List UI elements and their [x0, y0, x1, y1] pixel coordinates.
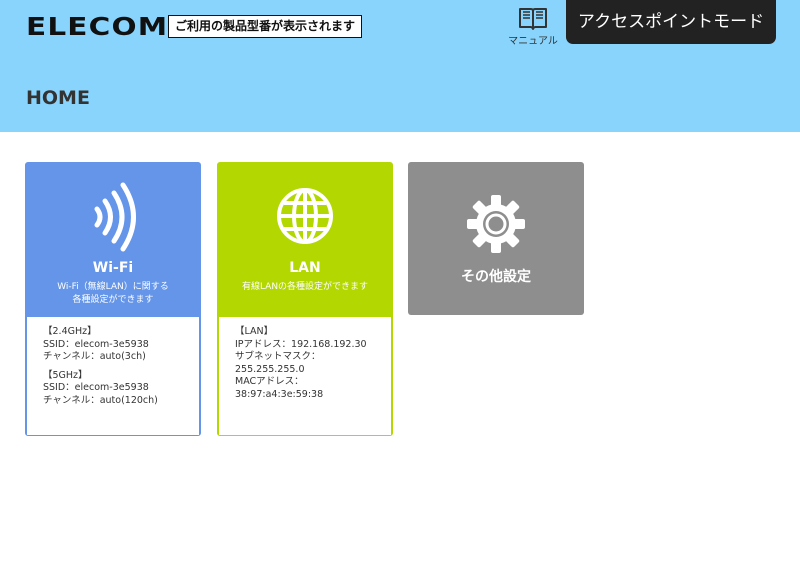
wifi-desc-line1: Wi-Fi（無線LAN）に関する [57, 282, 169, 292]
wifi-card-header[interactable]: Wi-Fi Wi-Fi（無線LAN）に関する 各種設定ができます [27, 164, 199, 317]
band24-heading: 【2.4GHz】 [43, 326, 97, 337]
other-card-title: その他設定 [461, 269, 531, 285]
lan-subnet-label: サブネットマスク： [235, 351, 321, 362]
lan-mac-value: 38:97:a4:3e:59:38 [235, 388, 324, 400]
wifi-card-title: Wi-Fi [92, 260, 134, 276]
gear-icon [467, 195, 525, 253]
lan-card-title: LAN [289, 260, 321, 276]
wifi-card-description: Wi-Fi（無線LAN）に関する 各種設定ができます [27, 281, 199, 307]
other-card-header[interactable]: その他設定 [408, 162, 584, 315]
lan-card-header[interactable]: LAN 有線LANの各種設定ができます [219, 164, 391, 317]
model-notice: ご利用の製品型番が表示されます [168, 15, 363, 38]
lan-heading: 【LAN】 [235, 326, 274, 337]
other-settings-card[interactable]: その他設定 [408, 162, 584, 315]
elecom-logo: ELECOM [26, 12, 169, 41]
band24-ssid: SSID：elecom-3e5938 [43, 338, 149, 350]
page-title: HOME [26, 87, 90, 109]
band5-ssid: SSID：elecom-3e5938 [43, 382, 149, 393]
lan-card-description: 有線LANの各種設定ができます [219, 281, 391, 294]
wifi-card[interactable]: Wi-Fi Wi-Fi（無線LAN）に関する 各種設定ができます 【2.4GHz… [25, 162, 201, 436]
manual-link[interactable]: マニュアル [506, 6, 560, 47]
wifi-card-info: 【2.4GHz】 SSID：elecom-3e5938 チャンネル：auto(3… [27, 317, 199, 435]
band24-channel: チャンネル：auto(3ch) [43, 351, 146, 362]
band5-channel: チャンネル：auto(120ch) [43, 394, 158, 406]
wifi-desc-line2: 各種設定ができます [72, 295, 154, 305]
access-point-mode-button[interactable]: アクセスポイントモード [566, 0, 776, 44]
lan-mac-label: MACアドレス： [235, 376, 304, 387]
lan-card[interactable]: LAN 有線LANの各種設定ができます 【LAN】 IPアドレス：192.168… [217, 162, 393, 436]
header: ELECOM ご利用の製品型番が表示されます マニュアル アクセスポイントモード… [0, 0, 800, 132]
book-icon [519, 8, 547, 30]
lan-desc: 有線LANの各種設定ができます [241, 282, 369, 292]
lan-subnet-value: 255.255.255.0 [235, 363, 305, 375]
band5-heading: 【5GHz】 [43, 369, 88, 381]
manual-label: マニュアル [508, 36, 558, 47]
wifi-signal-icon [94, 182, 136, 252]
lan-ip: IPアドレス：192.168.192.30 [235, 338, 367, 350]
lan-card-info: 【LAN】 IPアドレス：192.168.192.30 サブネットマスク： 25… [219, 317, 391, 435]
globe-icon [277, 188, 333, 244]
